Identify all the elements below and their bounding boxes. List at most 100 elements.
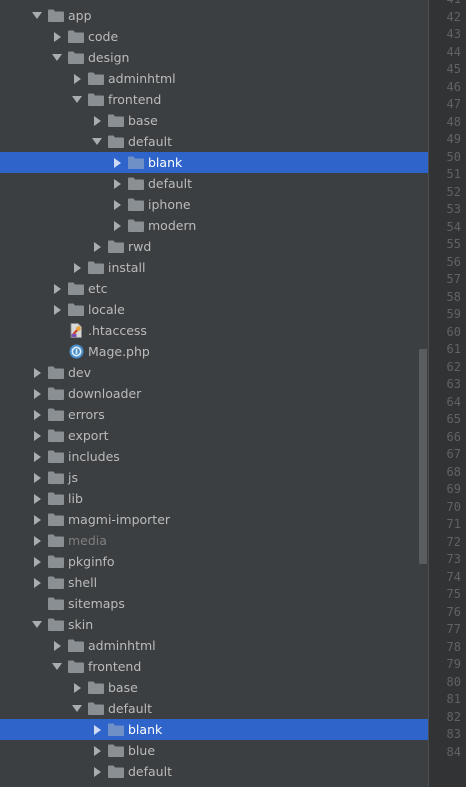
tree-item-label: base	[108, 680, 138, 695]
expanded-arrow-icon[interactable]	[70, 93, 84, 107]
expanded-arrow-icon[interactable]	[50, 660, 64, 674]
tree-row[interactable]: design	[0, 47, 428, 68]
tree-item-label: frontend	[108, 92, 162, 107]
collapsed-arrow-icon[interactable]	[30, 408, 44, 422]
line-number: 53	[446, 202, 461, 216]
collapsed-arrow-icon[interactable]	[110, 219, 124, 233]
line-number: 55	[446, 237, 461, 251]
tree-row[interactable]: blank	[0, 152, 428, 173]
collapsed-arrow-icon[interactable]	[50, 303, 64, 317]
tree-row[interactable]: rwd	[0, 236, 428, 257]
collapsed-arrow-icon[interactable]	[30, 387, 44, 401]
collapsed-arrow-icon[interactable]	[70, 261, 84, 275]
collapsed-arrow-icon[interactable]	[30, 450, 44, 464]
collapsed-arrow-icon[interactable]	[30, 471, 44, 485]
expanded-arrow-icon[interactable]	[30, 618, 44, 632]
tree-row[interactable]: media	[0, 530, 428, 551]
folder-icon	[108, 135, 124, 149]
line-number: 51	[446, 167, 461, 181]
tree-row[interactable]: modern	[0, 215, 428, 236]
tree-row[interactable]: default	[0, 131, 428, 152]
collapsed-arrow-icon[interactable]	[90, 114, 104, 128]
line-number: 74	[446, 569, 461, 584]
tree-row[interactable]: frontend	[0, 89, 428, 110]
tree-row[interactable]: js	[0, 467, 428, 488]
tree-row[interactable]: blank	[0, 719, 428, 740]
tree-item-label: pkginfo	[68, 554, 115, 569]
line-number: 84	[446, 744, 461, 759]
collapsed-arrow-icon[interactable]	[110, 198, 124, 212]
tree-row[interactable]: .htaccess	[0, 320, 428, 341]
tree-row[interactable]: frontend	[0, 656, 428, 677]
collapsed-arrow-icon[interactable]	[30, 366, 44, 380]
line-number: 58	[446, 289, 461, 304]
tree-row[interactable]: Mage.php	[0, 341, 428, 362]
expanded-arrow-icon[interactable]	[30, 9, 44, 23]
tree-row[interactable]: default	[0, 173, 428, 194]
line-number: 52	[446, 184, 461, 199]
line-number: 57	[446, 272, 461, 286]
line-number: 56	[446, 254, 461, 269]
collapsed-arrow-icon[interactable]	[50, 639, 64, 653]
line-number: 75	[446, 587, 461, 601]
tree-scrollbar-thumb[interactable]	[419, 349, 427, 564]
tree-row[interactable]: install	[0, 257, 428, 278]
tree-row[interactable]: pkginfo	[0, 551, 428, 572]
tree-row[interactable]: blue	[0, 740, 428, 761]
folder-icon	[48, 387, 64, 401]
tree-row[interactable]: skin	[0, 614, 428, 635]
tree-row[interactable]: locale	[0, 299, 428, 320]
tree-row[interactable]: export	[0, 425, 428, 446]
tree-row[interactable]: iphone	[0, 194, 428, 215]
tree-row[interactable]: default	[0, 698, 428, 719]
expanded-arrow-icon[interactable]	[50, 51, 64, 65]
tree-row[interactable]: shell	[0, 572, 428, 593]
collapsed-arrow-icon[interactable]	[30, 576, 44, 590]
folder-icon	[108, 114, 124, 128]
collapsed-arrow-icon[interactable]	[90, 240, 104, 254]
tree-row[interactable]: default	[0, 761, 428, 782]
folder-icon	[88, 261, 104, 275]
tree-row[interactable]: dev	[0, 362, 428, 383]
collapsed-arrow-icon[interactable]	[30, 429, 44, 443]
collapsed-arrow-icon[interactable]	[110, 156, 124, 170]
tree-item-label: design	[88, 50, 130, 65]
tree-row[interactable]: app	[0, 5, 428, 26]
expanded-arrow-icon[interactable]	[70, 702, 84, 716]
tree-item-label: iphone	[148, 197, 191, 212]
tree-row[interactable]: base	[0, 677, 428, 698]
collapsed-arrow-icon[interactable]	[90, 723, 104, 737]
tree-row[interactable]: base	[0, 110, 428, 131]
tree-row[interactable]: code	[0, 26, 428, 47]
collapsed-arrow-icon[interactable]	[30, 492, 44, 506]
tree-item-label: default	[108, 701, 152, 716]
tree-row[interactable]: adminhtml	[0, 68, 428, 89]
tree-item-label: media	[68, 533, 107, 548]
collapsed-arrow-icon[interactable]	[30, 555, 44, 569]
collapsed-arrow-icon[interactable]	[30, 513, 44, 527]
tree-row[interactable]: etc	[0, 278, 428, 299]
tree-item-label: adminhtml	[108, 71, 176, 86]
tree-row[interactable]: downloader	[0, 383, 428, 404]
line-number: 60	[446, 324, 461, 339]
collapsed-arrow-icon[interactable]	[70, 72, 84, 86]
tree-row[interactable]: lib	[0, 488, 428, 509]
line-number: 77	[446, 622, 461, 636]
tree-row[interactable]: errors	[0, 404, 428, 425]
collapsed-arrow-icon[interactable]	[30, 534, 44, 548]
tree-item-label: default	[128, 764, 172, 779]
line-number: 78	[446, 639, 461, 654]
collapsed-arrow-icon[interactable]	[90, 744, 104, 758]
collapsed-arrow-icon[interactable]	[110, 177, 124, 191]
expanded-arrow-icon[interactable]	[90, 135, 104, 149]
collapsed-arrow-icon[interactable]	[50, 30, 64, 44]
tree-row[interactable]: sitemaps	[0, 593, 428, 614]
tree-row[interactable]: includes	[0, 446, 428, 467]
tree-row[interactable]: adminhtml	[0, 635, 428, 656]
line-number: 72	[446, 534, 461, 549]
tree-row[interactable]: magmi-importer	[0, 509, 428, 530]
collapsed-arrow-icon[interactable]	[90, 765, 104, 779]
tree-item-label: etc	[88, 281, 108, 296]
collapsed-arrow-icon[interactable]	[70, 681, 84, 695]
collapsed-arrow-icon[interactable]	[50, 282, 64, 296]
